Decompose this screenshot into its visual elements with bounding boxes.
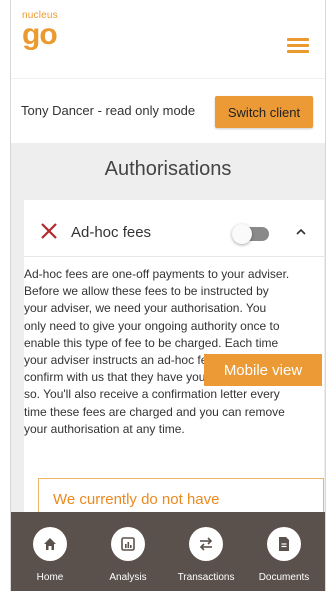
description-line: your adviser, we need your authorisation… — [24, 301, 267, 316]
nav-home[interactable]: Home — [11, 512, 89, 591]
nav-label: Home — [36, 572, 64, 583]
nav-label: Transactions — [177, 572, 235, 583]
client-bar: Tony Dancer - read only mode Switch clie… — [11, 78, 325, 143]
toggle-knob — [232, 224, 252, 244]
description-line: so. You'll also receive a confirmation l… — [24, 387, 280, 402]
description-line: your authorisation at any time. — [24, 421, 185, 436]
app-frame: nucleus go Tony Dancer - read only mode … — [10, 0, 326, 591]
nucleus-go-logo[interactable]: nucleus go — [22, 11, 58, 51]
home-icon — [33, 527, 67, 561]
chevron-up-icon[interactable] — [294, 227, 308, 237]
card-divider — [24, 256, 324, 257]
page-title: Authorisations — [104, 158, 232, 180]
client-name: Tony Dancer - read only mode — [21, 103, 196, 118]
mobile-view-badge: Mobile view — [204, 354, 322, 386]
nav-analysis[interactable]: Analysis — [89, 512, 167, 591]
fee-type-label: Ad-hoc fees — [71, 224, 152, 241]
nav-documents[interactable]: Documents — [245, 512, 323, 591]
fee-toggle-switch[interactable] — [232, 224, 269, 244]
logo-big-text: go — [22, 18, 58, 51]
card-header[interactable]: Ad-hoc fees — [24, 200, 324, 256]
analysis-icon — [111, 527, 145, 561]
bottom-navigation: Home Analysis Transactions Documents — [11, 512, 325, 591]
nav-label: Analysis — [109, 572, 147, 583]
close-x-icon — [41, 223, 57, 239]
switch-client-button[interactable]: Switch client — [215, 96, 313, 128]
notice-text: We currently do not have — [53, 491, 220, 508]
fee-description: Ad-hoc fees are one-off payments to your… — [24, 266, 320, 438]
description-line: only need to give your ongoing authority… — [24, 318, 280, 333]
description-line: enable this type of fee to be charged. E… — [24, 335, 279, 350]
nav-transactions[interactable]: Transactions — [167, 512, 245, 591]
top-bar: nucleus go — [11, 0, 325, 78]
description-line: time these fees are charged and you can … — [24, 404, 285, 419]
description-line: Ad-hoc fees are one-off payments to your… — [24, 267, 290, 281]
nav-label: Documents — [258, 572, 310, 583]
transactions-icon — [189, 527, 223, 561]
hamburger-menu-icon[interactable] — [287, 38, 309, 54]
description-line: Before we allow these fees to be instruc… — [24, 284, 269, 299]
documents-icon — [267, 527, 301, 561]
